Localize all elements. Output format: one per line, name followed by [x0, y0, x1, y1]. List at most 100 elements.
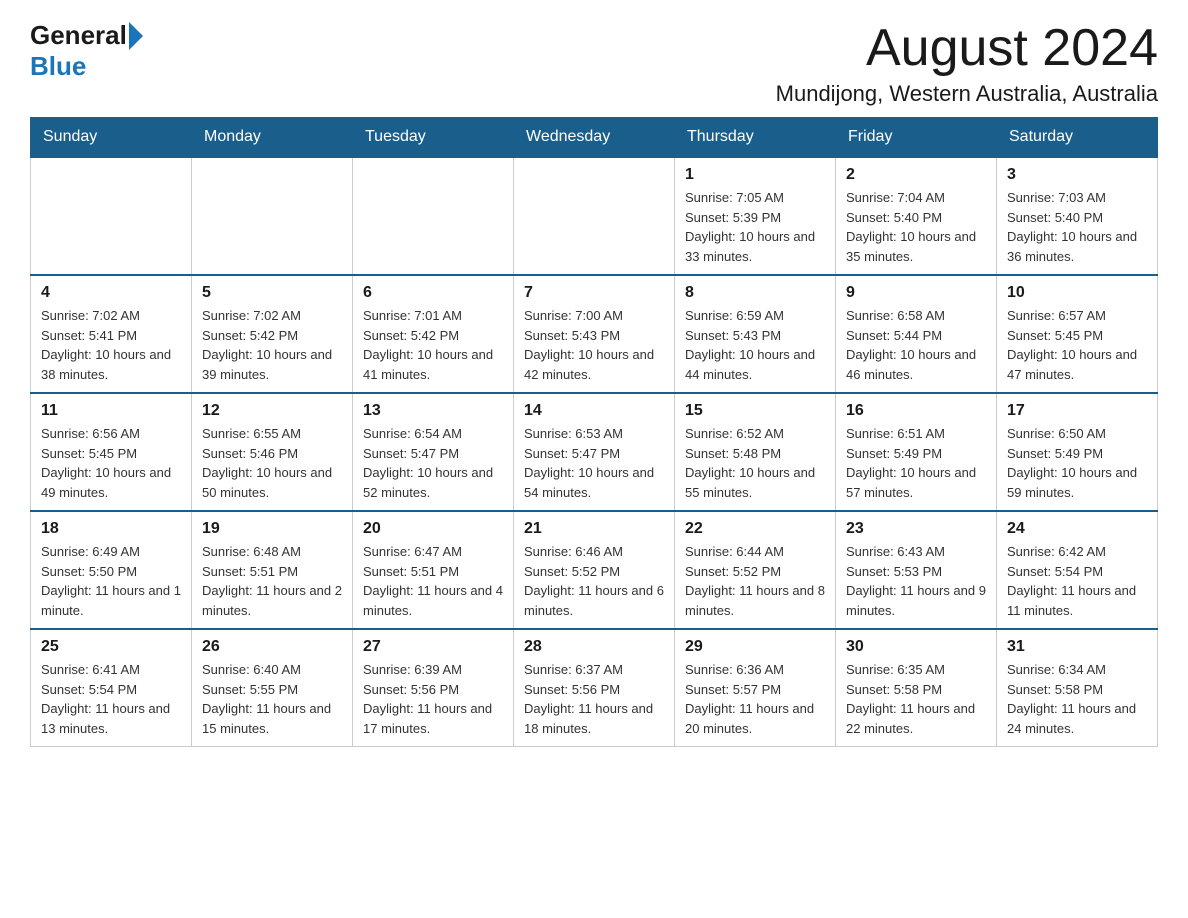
calendar-cell: 30 Sunrise: 6:35 AMSunset: 5:58 PMDayligh…	[836, 629, 997, 747]
weekday-header-wednesday: Wednesday	[514, 118, 675, 158]
day-info: Sunrise: 6:50 AMSunset: 5:49 PMDaylight:…	[1007, 424, 1147, 502]
day-info: Sunrise: 6:37 AMSunset: 5:56 PMDaylight:…	[524, 660, 664, 738]
day-info: Sunrise: 6:36 AMSunset: 5:57 PMDaylight:…	[685, 660, 825, 738]
day-number: 11	[41, 402, 181, 420]
day-info: Sunrise: 6:42 AMSunset: 5:54 PMDaylight:…	[1007, 542, 1147, 620]
day-info: Sunrise: 6:52 AMSunset: 5:48 PMDaylight:…	[685, 424, 825, 502]
day-number: 28	[524, 638, 664, 656]
calendar-week-row: 4 Sunrise: 7:02 AMSunset: 5:41 PMDaylight…	[31, 275, 1158, 393]
calendar-week-row: 18 Sunrise: 6:49 AMSunset: 5:50 PMDayligh…	[31, 511, 1158, 629]
weekday-header-thursday: Thursday	[675, 118, 836, 158]
day-info: Sunrise: 6:46 AMSunset: 5:52 PMDaylight:…	[524, 542, 664, 620]
location-title: Mundijong, Western Australia, Australia	[776, 81, 1158, 107]
day-number: 14	[524, 402, 664, 420]
day-info: Sunrise: 6:57 AMSunset: 5:45 PMDaylight:…	[1007, 306, 1147, 384]
day-number: 4	[41, 284, 181, 302]
calendar-cell: 2Sunrise: 7:04 AMSunset: 5:40 PMDaylight…	[836, 157, 997, 275]
calendar-cell: 24 Sunrise: 6:42 AMSunset: 5:54 PMDayligh…	[997, 511, 1158, 629]
day-info: Sunrise: 6:49 AMSunset: 5:50 PMDaylight:…	[41, 542, 181, 620]
calendar-cell: 20 Sunrise: 6:47 AMSunset: 5:51 PMDayligh…	[353, 511, 514, 629]
day-info: Sunrise: 6:34 AMSunset: 5:58 PMDaylight:…	[1007, 660, 1147, 738]
day-info: Sunrise: 6:54 AMSunset: 5:47 PMDaylight:…	[363, 424, 503, 502]
calendar-cell	[31, 157, 192, 275]
calendar-cell: 7Sunrise: 7:00 AMSunset: 5:43 PMDaylight…	[514, 275, 675, 393]
calendar-cell: 13 Sunrise: 6:54 AMSunset: 5:47 PMDayligh…	[353, 393, 514, 511]
day-number: 21	[524, 520, 664, 538]
logo-arrow-icon	[129, 22, 143, 50]
day-number: 13	[363, 402, 503, 420]
calendar-cell: 4 Sunrise: 7:02 AMSunset: 5:41 PMDaylight…	[31, 275, 192, 393]
day-number: 16	[846, 402, 986, 420]
day-number: 10	[1007, 284, 1147, 302]
day-number: 29	[685, 638, 825, 656]
weekday-header-friday: Friday	[836, 118, 997, 158]
calendar-week-row: 1 Sunrise: 7:05 AMSunset: 5:39 PMDaylight…	[31, 157, 1158, 275]
calendar-cell: 12 Sunrise: 6:55 AMSunset: 5:46 PMDayligh…	[192, 393, 353, 511]
day-info: Sunrise: 6:48 AMSunset: 5:51 PMDaylight:…	[202, 542, 342, 620]
weekday-header-monday: Monday	[192, 118, 353, 158]
day-number: 17	[1007, 402, 1147, 420]
day-number: 23	[846, 520, 986, 538]
day-number: 6	[363, 284, 503, 302]
calendar-cell: 28 Sunrise: 6:37 AMSunset: 5:56 PMDayligh…	[514, 629, 675, 747]
calendar-cell: 1 Sunrise: 7:05 AMSunset: 5:39 PMDaylight…	[675, 157, 836, 275]
day-info: Sunrise: 7:00 AMSunset: 5:43 PMDaylight:…	[524, 306, 664, 384]
calendar-cell: 22Sunrise: 6:44 AMSunset: 5:52 PMDayligh…	[675, 511, 836, 629]
header: General Blue August 2024 Mundijong, West…	[30, 20, 1158, 107]
day-info: Sunrise: 6:39 AMSunset: 5:56 PMDaylight:…	[363, 660, 503, 738]
day-number: 3	[1007, 166, 1147, 184]
day-number: 20	[363, 520, 503, 538]
day-info: Sunrise: 6:47 AMSunset: 5:51 PMDaylight:…	[363, 542, 503, 620]
calendar-week-row: 11 Sunrise: 6:56 AMSunset: 5:45 PMDayligh…	[31, 393, 1158, 511]
day-info: Sunrise: 7:02 AMSunset: 5:41 PMDaylight:…	[41, 306, 181, 384]
calendar-table: SundayMondayTuesdayWednesdayThursdayFrid…	[30, 117, 1158, 747]
day-number: 12	[202, 402, 342, 420]
calendar-week-row: 25Sunrise: 6:41 AMSunset: 5:54 PMDayligh…	[31, 629, 1158, 747]
day-number: 1	[685, 166, 825, 184]
calendar-cell: 15 Sunrise: 6:52 AMSunset: 5:48 PMDayligh…	[675, 393, 836, 511]
calendar-cell	[353, 157, 514, 275]
weekday-header-row: SundayMondayTuesdayWednesdayThursdayFrid…	[31, 118, 1158, 158]
title-area: August 2024 Mundijong, Western Australia…	[776, 20, 1158, 107]
calendar-cell: 21 Sunrise: 6:46 AMSunset: 5:52 PMDayligh…	[514, 511, 675, 629]
day-info: Sunrise: 7:01 AMSunset: 5:42 PMDaylight:…	[363, 306, 503, 384]
calendar-cell: 16 Sunrise: 6:51 AMSunset: 5:49 PMDayligh…	[836, 393, 997, 511]
calendar-cell: 18 Sunrise: 6:49 AMSunset: 5:50 PMDayligh…	[31, 511, 192, 629]
day-number: 18	[41, 520, 181, 538]
calendar-cell: 8Sunrise: 6:59 AMSunset: 5:43 PMDaylight…	[675, 275, 836, 393]
calendar-cell: 10 Sunrise: 6:57 AMSunset: 5:45 PMDayligh…	[997, 275, 1158, 393]
day-number: 2	[846, 166, 986, 184]
day-info: Sunrise: 6:35 AMSunset: 5:58 PMDaylight:…	[846, 660, 986, 738]
day-number: 5	[202, 284, 342, 302]
day-info: Sunrise: 6:41 AMSunset: 5:54 PMDaylight:…	[41, 660, 181, 738]
calendar-cell: 14 Sunrise: 6:53 AMSunset: 5:47 PMDayligh…	[514, 393, 675, 511]
calendar-cell: 17 Sunrise: 6:50 AMSunset: 5:49 PMDayligh…	[997, 393, 1158, 511]
month-title: August 2024	[776, 20, 1158, 77]
day-info: Sunrise: 6:53 AMSunset: 5:47 PMDaylight:…	[524, 424, 664, 502]
day-number: 19	[202, 520, 342, 538]
calendar-cell: 9Sunrise: 6:58 AMSunset: 5:44 PMDaylight…	[836, 275, 997, 393]
calendar-cell: 11 Sunrise: 6:56 AMSunset: 5:45 PMDayligh…	[31, 393, 192, 511]
day-info: Sunrise: 6:43 AMSunset: 5:53 PMDaylight:…	[846, 542, 986, 620]
day-info: Sunrise: 6:44 AMSunset: 5:52 PMDaylight:…	[685, 542, 825, 620]
calendar-cell	[514, 157, 675, 275]
day-info: Sunrise: 7:05 AMSunset: 5:39 PMDaylight:…	[685, 188, 825, 266]
day-number: 24	[1007, 520, 1147, 538]
day-number: 15	[685, 402, 825, 420]
calendar-cell: 26Sunrise: 6:40 AMSunset: 5:55 PMDayligh…	[192, 629, 353, 747]
calendar-cell: 27 Sunrise: 6:39 AMSunset: 5:56 PMDayligh…	[353, 629, 514, 747]
day-number: 26	[202, 638, 342, 656]
logo-general-text: General	[30, 20, 127, 51]
day-info: Sunrise: 6:56 AMSunset: 5:45 PMDaylight:…	[41, 424, 181, 502]
day-number: 27	[363, 638, 503, 656]
day-info: Sunrise: 6:58 AMSunset: 5:44 PMDaylight:…	[846, 306, 986, 384]
day-info: Sunrise: 6:51 AMSunset: 5:49 PMDaylight:…	[846, 424, 986, 502]
calendar-cell: 31Sunrise: 6:34 AMSunset: 5:58 PMDayligh…	[997, 629, 1158, 747]
calendar-cell: 29 Sunrise: 6:36 AMSunset: 5:57 PMDayligh…	[675, 629, 836, 747]
calendar-cell: 25Sunrise: 6:41 AMSunset: 5:54 PMDayligh…	[31, 629, 192, 747]
weekday-header-saturday: Saturday	[997, 118, 1158, 158]
calendar-cell: 19 Sunrise: 6:48 AMSunset: 5:51 PMDayligh…	[192, 511, 353, 629]
day-info: Sunrise: 6:55 AMSunset: 5:46 PMDaylight:…	[202, 424, 342, 502]
calendar-cell: 3Sunrise: 7:03 AMSunset: 5:40 PMDaylight…	[997, 157, 1158, 275]
day-number: 30	[846, 638, 986, 656]
